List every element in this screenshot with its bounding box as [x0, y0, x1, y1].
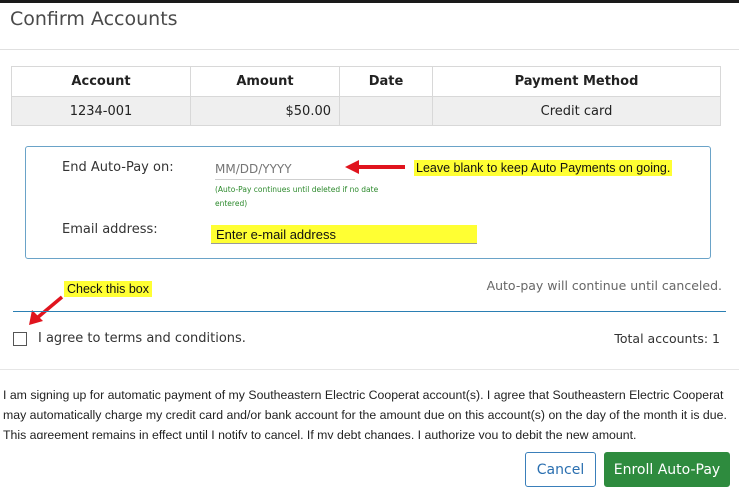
- column-header-account: Account: [11, 66, 191, 97]
- cell-payment-method: Credit card: [432, 96, 721, 126]
- agree-terms-checkbox[interactable]: [13, 332, 27, 346]
- arrow-left-icon: [345, 160, 405, 174]
- terms-text: I am signing up for automatic payment of…: [3, 388, 727, 439]
- email-input[interactable]: [211, 225, 477, 244]
- check-box-note: Check this box: [64, 281, 152, 297]
- column-header-date: Date: [339, 66, 433, 97]
- title-divider: [0, 49, 739, 50]
- agree-terms-label[interactable]: I agree to terms and conditions.: [38, 331, 246, 346]
- end-autopay-label: End Auto-Pay on:: [62, 160, 174, 175]
- cell-date: [339, 96, 433, 126]
- end-date-input[interactable]: [215, 159, 355, 180]
- column-header-amount: Amount: [190, 66, 340, 97]
- enroll-autopay-button[interactable]: Enroll Auto-Pay: [604, 452, 730, 487]
- autopay-continue-note: Auto-pay will continue until canceled.: [486, 278, 722, 293]
- autopay-options-panel: End Auto-Pay on: (Auto-Pay continues unt…: [25, 146, 711, 259]
- cancel-button[interactable]: Cancel: [525, 452, 596, 487]
- leave-blank-note: Leave blank to keep Auto Payments on goi…: [414, 160, 673, 176]
- section-divider: [13, 311, 726, 312]
- terms-divider: [0, 369, 739, 370]
- cell-amount: $50.00: [190, 96, 340, 126]
- dialog-title: Confirm Accounts: [10, 8, 178, 30]
- table-row: 1234-001 $50.00 Credit card: [11, 96, 721, 126]
- table-header-row: Account Amount Date Payment Method: [11, 66, 721, 97]
- accounts-table: Account Amount Date Payment Method 1234-…: [11, 66, 721, 126]
- top-border: [0, 0, 739, 3]
- email-label: Email address:: [62, 222, 158, 237]
- column-header-payment-method: Payment Method: [432, 66, 721, 97]
- end-date-hint: (Auto-Pay continues until deleted if no …: [215, 185, 379, 208]
- cell-account: 1234-001: [11, 96, 191, 126]
- total-accounts: Total accounts: 1: [614, 331, 720, 346]
